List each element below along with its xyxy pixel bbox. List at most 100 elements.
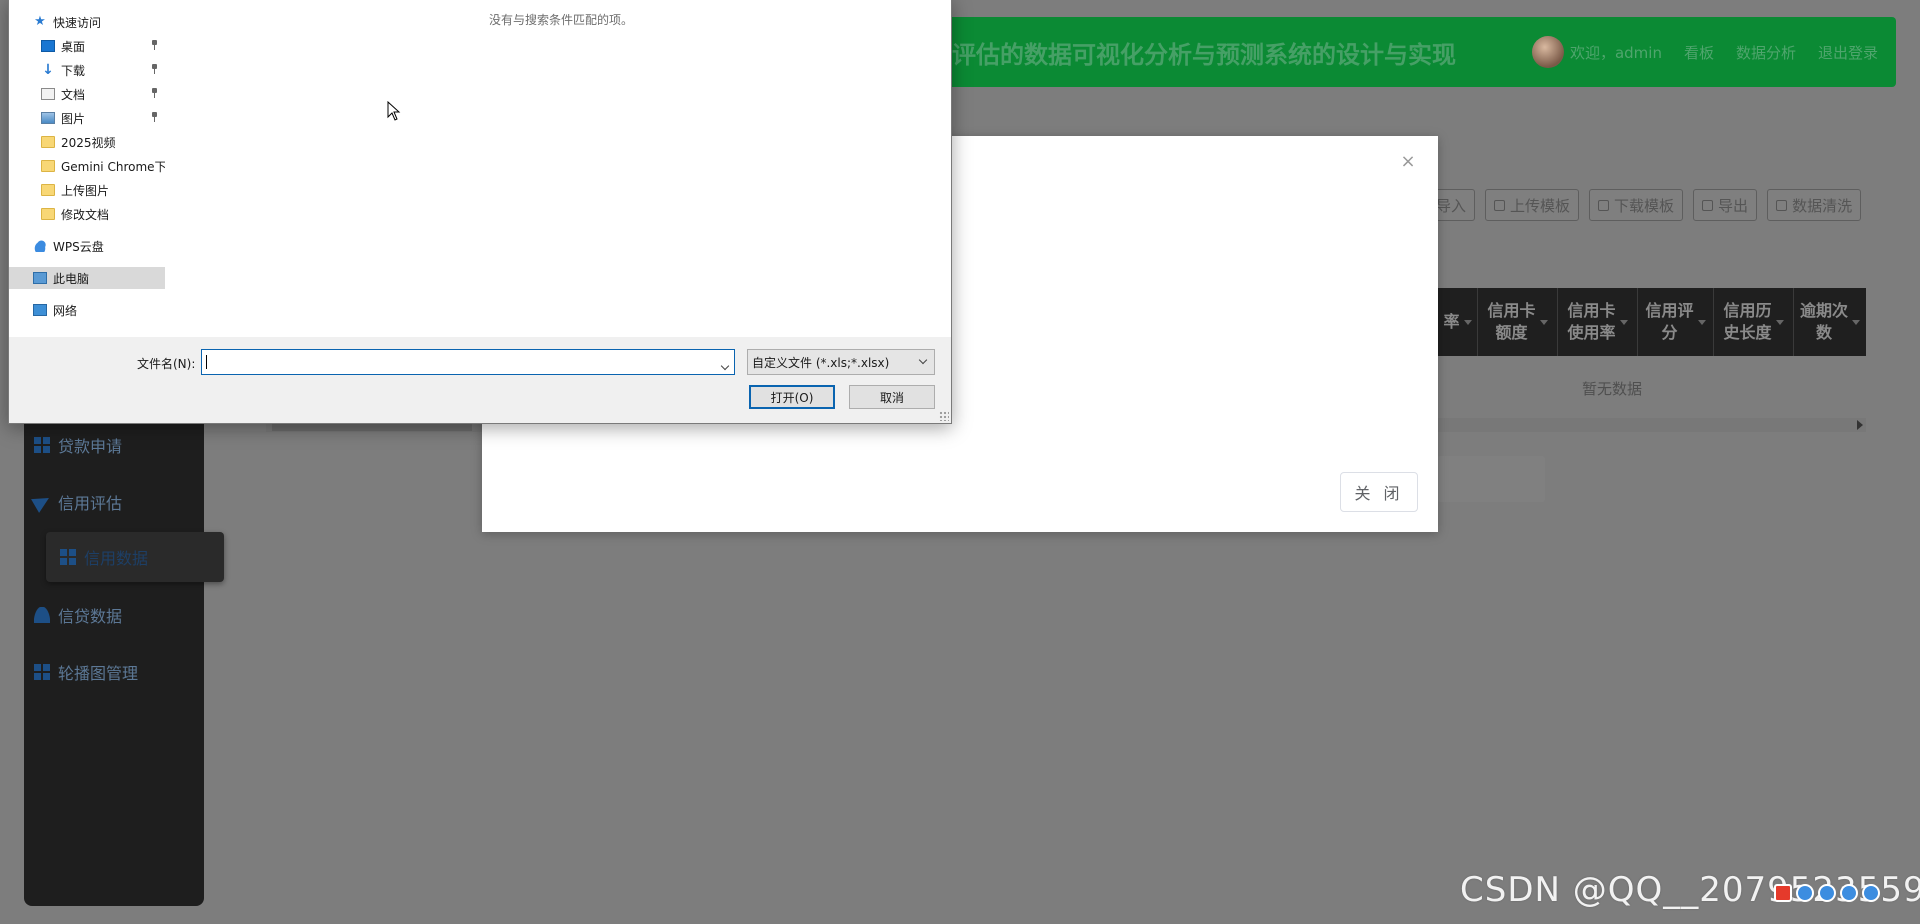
column-header[interactable]: 信用评分: [1638, 288, 1714, 356]
page-title: 评估的数据可视化分析与预测系统的设计与实现: [952, 40, 1456, 69]
column-header-text: 率: [1443, 312, 1460, 331]
nav-folder[interactable]: 修改文档: [9, 203, 165, 225]
table-empty-text: 暂无数据: [1582, 380, 1643, 398]
table-toolbar: 导入 上传模板 下载模板 导出 数据清洗: [1430, 189, 1862, 221]
nav-downloads[interactable]: ↓ 下载: [9, 59, 165, 81]
grid-icon: [34, 437, 50, 453]
nav-label: 修改文档: [61, 207, 110, 222]
sort-caret-icon: [1463, 319, 1472, 325]
nav-label: 此电脑: [53, 271, 90, 286]
picture-icon: [41, 112, 55, 124]
export-label: 导出: [1718, 196, 1749, 215]
user-welcome: 欢迎，admin: [1531, 36, 1662, 68]
download-arrow-icon: ↓: [42, 62, 54, 78]
network-icon: [33, 304, 47, 316]
nav-folder[interactable]: 上传图片: [9, 179, 165, 201]
welcome-text: 欢迎，admin: [1569, 43, 1662, 62]
tray-app-icon[interactable]: [1862, 884, 1880, 902]
nav-pictures[interactable]: 图片: [9, 107, 165, 129]
import-button-label: 导入: [1436, 196, 1467, 215]
open-button[interactable]: 打开(O): [749, 385, 835, 409]
modal-close-button[interactable]: 关 闭: [1340, 472, 1418, 512]
document-icon: [41, 88, 55, 100]
column-header[interactable]: 信用历 史长度: [1714, 288, 1794, 356]
no-results-message: 没有与搜索条件匹配的项。: [489, 13, 634, 27]
tray-app-icon[interactable]: [1818, 884, 1836, 902]
folder-icon: [41, 208, 55, 220]
sidebar-item-credit-assessment[interactable]: 信用评估: [31, 482, 122, 522]
navigation-pane: ★ 快速访问 桌面 ↓ 下载 文档 图片 2025视频 Gemini Chrom…: [9, 0, 165, 337]
nav-label: 2025视频: [61, 135, 116, 150]
download-template-button[interactable]: 下载模板: [1589, 189, 1684, 221]
chevron-down-icon: [918, 355, 928, 365]
nav-label: 下载: [61, 63, 86, 78]
pin-icon: [151, 112, 158, 122]
nav-label: 上传图片: [61, 183, 110, 198]
pagination: [1437, 456, 1545, 502]
upload-template-button[interactable]: 上传模板: [1485, 189, 1580, 221]
system-tray: [1774, 884, 1880, 902]
pin-icon: [151, 64, 158, 74]
app-header: 评估的数据可视化分析与预测系统的设计与实现 欢迎，admin 看板 数据分析 退…: [880, 17, 1896, 87]
sidebar-item-credit-data-active[interactable]: 信用数据: [46, 532, 224, 582]
filetype-select[interactable]: 自定义文件 (*.xls;*.xlsx): [747, 349, 935, 375]
pin-icon: [151, 88, 158, 98]
folder-icon: [41, 160, 55, 172]
nav-desktop[interactable]: 桌面: [9, 35, 165, 57]
filename-input[interactable]: [201, 349, 735, 375]
clean-icon: [1776, 199, 1788, 211]
nav-label: 快速访问: [53, 15, 102, 30]
nav-label: 图片: [61, 111, 86, 126]
tray-app-icon[interactable]: [1840, 884, 1858, 902]
cancel-button[interactable]: 取消: [849, 385, 935, 409]
sidebar-item-carousel[interactable]: 轮播图管理: [34, 652, 138, 692]
avatar[interactable]: [1531, 36, 1564, 68]
column-header-text: 信用卡 使用率: [1567, 301, 1616, 342]
sidebar-item-label: 信贷数据: [58, 607, 123, 626]
file-open-dialog: ★ 快速访问 桌面 ↓ 下载 文档 图片 2025视频 Gemini Chrom…: [8, 0, 952, 424]
user-icon: [34, 607, 50, 623]
data-clean-label: 数据清洗: [1792, 196, 1853, 215]
pin-icon: [151, 40, 158, 50]
nav-documents[interactable]: 文档: [9, 83, 165, 105]
nav-dashboard-link[interactable]: 看板: [1684, 42, 1714, 63]
column-header[interactable]: 信用卡 使用率: [1558, 288, 1638, 356]
sort-caret-icon: [1619, 319, 1628, 325]
nav-label: 网络: [53, 303, 78, 318]
nav-label: Gemini Chrome下: [61, 159, 165, 174]
dialog-footer: 文件名(N): 自定义文件 (*.xls;*.xlsx) 打开(O) 取消: [9, 337, 951, 423]
resize-grip-icon[interactable]: [939, 411, 949, 421]
nav-folder[interactable]: Gemini Chrome下: [9, 155, 165, 177]
upload-icon: [1494, 199, 1506, 211]
column-header[interactable]: 率: [1438, 288, 1478, 356]
download-icon: [1598, 199, 1610, 211]
nav-label: 文档: [61, 87, 86, 102]
tray-app-icon[interactable]: [1774, 884, 1792, 902]
sidebar-item-label: 轮播图管理: [58, 664, 139, 683]
chevron-down-icon[interactable]: [720, 358, 730, 371]
sidebar-item-loan-application[interactable]: 贷款申请: [34, 425, 122, 465]
nav-quick-access[interactable]: ★ 快速访问: [9, 11, 165, 33]
close-icon[interactable]: ×: [1400, 153, 1416, 171]
nav-folder[interactable]: 2025视频: [9, 131, 165, 153]
sort-caret-icon: [1775, 319, 1784, 325]
computer-icon: [33, 272, 47, 284]
header-nav: 欢迎，admin 看板 数据分析 退出登录: [1531, 36, 1878, 68]
nav-analysis-link[interactable]: 数据分析: [1736, 42, 1796, 63]
tray-app-icon[interactable]: [1796, 884, 1814, 902]
paper-plane-icon: [31, 491, 53, 513]
sidebar-item-loan-data[interactable]: 信贷数据: [34, 595, 122, 635]
sidebar: [24, 390, 204, 906]
nav-this-pc[interactable]: 此电脑: [9, 267, 165, 289]
column-header[interactable]: 信用卡 额度: [1478, 288, 1558, 356]
logout-link[interactable]: 退出登录: [1818, 42, 1878, 63]
filename-label: 文件名(N):: [137, 357, 196, 371]
export-button[interactable]: 导出: [1693, 189, 1758, 221]
scroll-right-arrow-icon[interactable]: [1857, 420, 1863, 430]
nav-wps-cloud[interactable]: WPS云盘: [9, 235, 165, 257]
column-header-text: 信用卡 额度: [1487, 301, 1536, 342]
column-header[interactable]: 逾期次数: [1794, 288, 1866, 356]
nav-network[interactable]: 网络: [9, 299, 165, 321]
folder-icon: [41, 136, 55, 148]
data-clean-button[interactable]: 数据清洗: [1767, 189, 1862, 221]
